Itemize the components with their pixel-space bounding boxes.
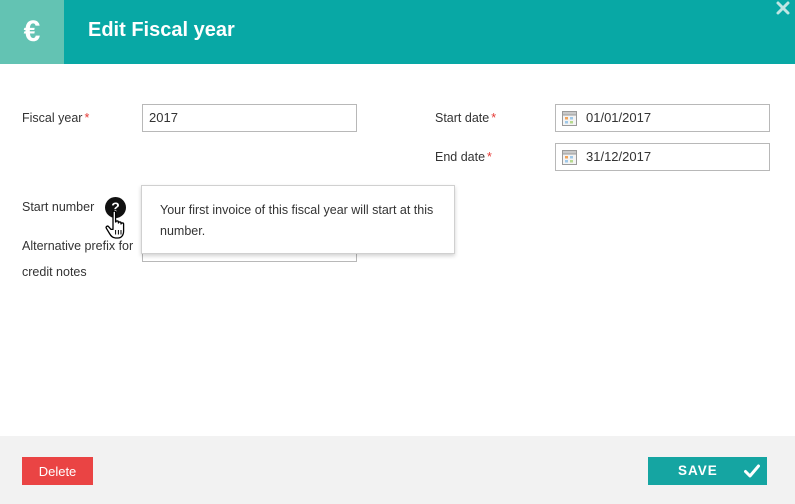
alt-prefix-label-line1: Alternative prefix for <box>22 239 134 253</box>
end-date-value: 31/12/2017 <box>586 149 652 164</box>
end-date-label-text: End date <box>435 150 486 164</box>
checkmark-icon <box>744 464 760 478</box>
end-date-label: End date * <box>435 150 492 164</box>
start-date-input[interactable]: 01/01/2017 <box>555 104 770 132</box>
start-date-label-text: Start date <box>435 111 490 125</box>
start-number-label: Start number <box>22 200 95 214</box>
start-date-value: 01/01/2017 <box>586 110 652 125</box>
hand-cursor-icon <box>105 210 125 239</box>
delete-button[interactable]: Delete <box>22 457 93 485</box>
end-date-input[interactable]: 31/12/2017 <box>555 143 770 171</box>
euro-icon: € <box>23 15 41 48</box>
fiscal-year-label-text: Fiscal year <box>22 111 83 125</box>
required-marker: * <box>487 150 492 164</box>
save-button[interactable]: SAVE <box>648 457 767 485</box>
close-icon[interactable] <box>775 0 791 16</box>
header-icon-container: € <box>0 0 64 64</box>
dialog-header: € Edit Fiscal year <box>0 0 795 64</box>
fiscal-year-label: Fiscal year * <box>22 111 89 125</box>
start-date-label: Start date * <box>435 111 496 125</box>
fiscal-year-input[interactable]: 2017 <box>142 104 357 132</box>
help-tooltip: Your first invoice of this fiscal year w… <box>141 185 455 254</box>
dialog-title: Edit Fiscal year <box>88 19 235 41</box>
required-marker: * <box>84 111 90 125</box>
alt-prefix-label-line2: credit notes <box>22 265 87 279</box>
required-marker: * <box>491 111 497 125</box>
calendar-icon[interactable] <box>562 111 577 126</box>
save-button-label: SAVE <box>678 463 718 478</box>
calendar-icon[interactable] <box>562 150 577 165</box>
